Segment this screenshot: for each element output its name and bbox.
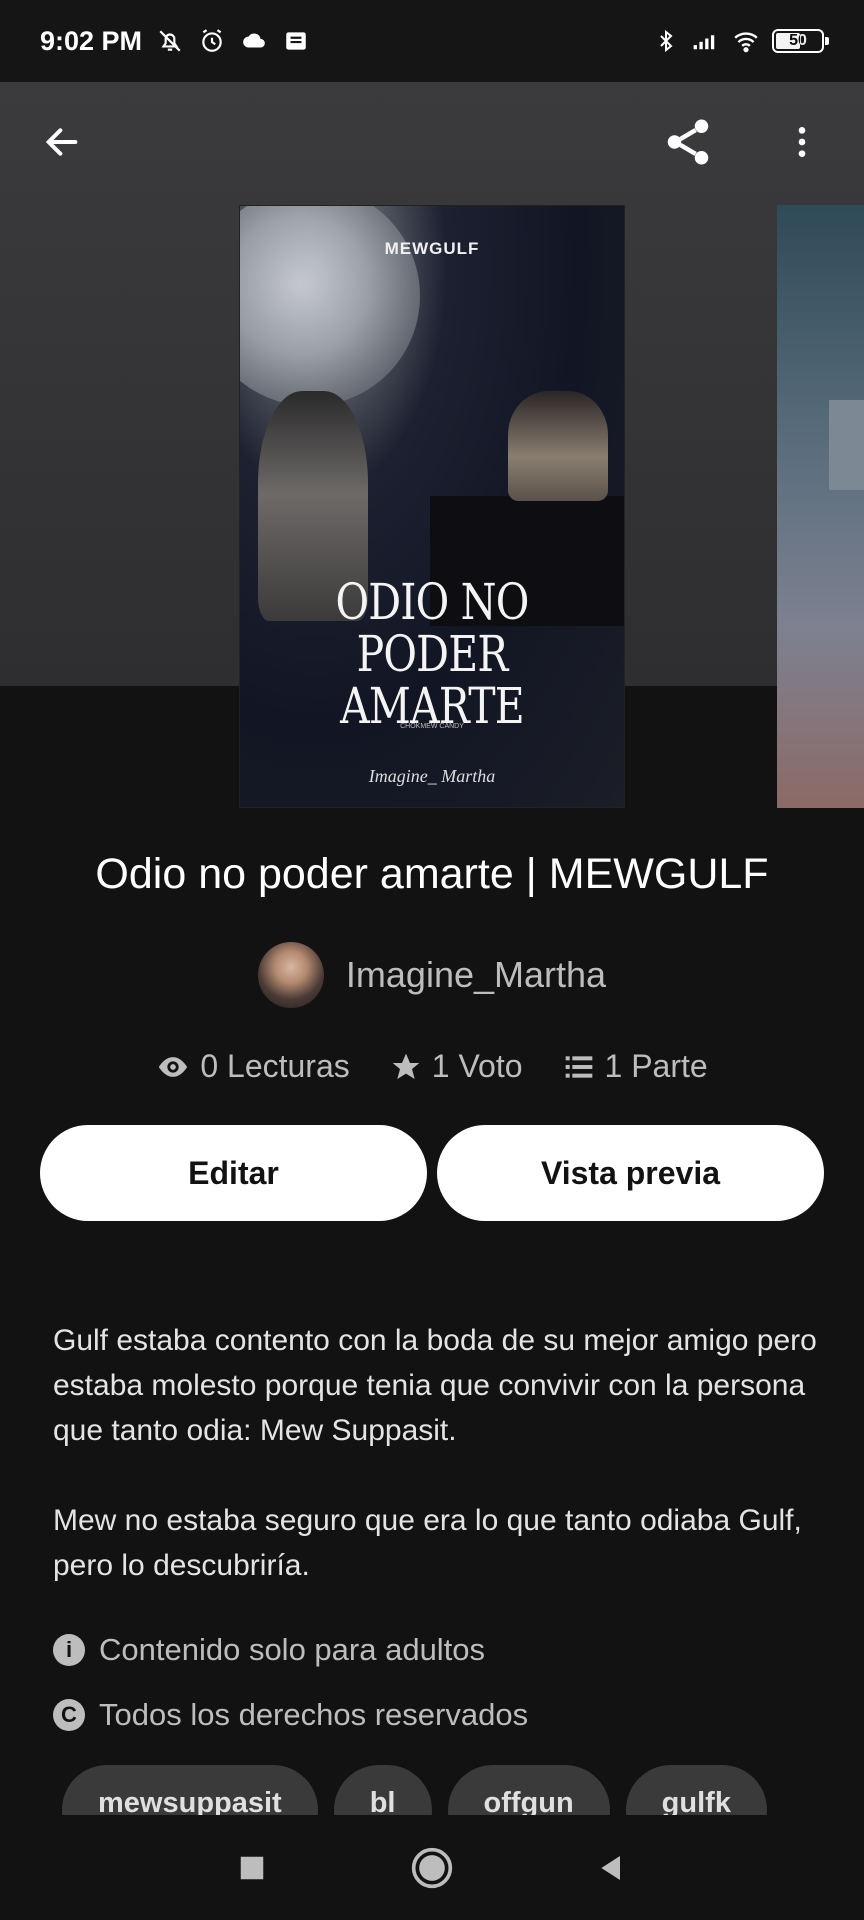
battery-icon: 50 bbox=[772, 29, 829, 53]
status-time: 9:02 PM bbox=[40, 25, 143, 56]
more-vertical-icon bbox=[798, 127, 806, 157]
cover-figure-right bbox=[508, 391, 608, 501]
parts-count: 1 Parte bbox=[604, 1048, 708, 1084]
cloud-icon bbox=[240, 27, 268, 55]
arrow-left-icon bbox=[45, 128, 78, 156]
reads-stat: 0 Lecturas bbox=[156, 1048, 350, 1085]
tag-chip[interactable]: gulfk bbox=[625, 1765, 767, 1815]
eye-icon bbox=[159, 1056, 188, 1077]
alarm-icon bbox=[198, 27, 226, 55]
tag-chip[interactable]: bl bbox=[333, 1765, 432, 1815]
description-paragraph-1: Gulf estaba contento con la boda de su m… bbox=[53, 1324, 817, 1447]
book-title: Odio no poder amarte | MEWGULF bbox=[95, 850, 769, 898]
copyright-icon: C bbox=[53, 1699, 85, 1731]
next-cover-detail bbox=[829, 400, 864, 490]
home-button[interactable] bbox=[407, 1843, 457, 1893]
edit-button[interactable]: Editar bbox=[40, 1125, 427, 1221]
votes-count: 1 Voto bbox=[431, 1048, 523, 1084]
cover-title: ODIO NO PODER AMARTE bbox=[275, 576, 590, 732]
system-nav-bar bbox=[0, 1815, 864, 1920]
triangle-back-icon bbox=[601, 1855, 620, 1880]
copyright-row[interactable]: C Todos los derechos reservados bbox=[53, 1697, 528, 1733]
copyright-label: Todos los derechos reservados bbox=[99, 1697, 529, 1732]
star-icon bbox=[392, 1053, 420, 1079]
reads-count: 0 Lecturas bbox=[200, 1048, 350, 1084]
battery-level: 50 bbox=[789, 32, 807, 49]
circle-icon bbox=[411, 1847, 453, 1888]
tag-chip[interactable]: mewsuppasit bbox=[62, 1765, 318, 1815]
share-button[interactable] bbox=[656, 110, 720, 174]
mature-content-row: i Contenido solo para adultos bbox=[53, 1632, 485, 1668]
status-icons-left bbox=[156, 27, 310, 55]
signal-icon bbox=[692, 27, 720, 55]
cover-brand: MEWGULF bbox=[384, 239, 480, 258]
cover-signature: Imagine_ Martha bbox=[368, 766, 496, 786]
back-button[interactable] bbox=[30, 110, 94, 174]
preview-button[interactable]: Vista previa bbox=[437, 1125, 824, 1221]
description-paragraph-2: Mew no estaba seguro que era lo que tant… bbox=[53, 1504, 802, 1582]
action-buttons: Editar Vista previa bbox=[40, 1125, 824, 1221]
back-nav-button[interactable] bbox=[587, 1843, 637, 1893]
top-app-bar bbox=[0, 82, 864, 202]
status-icons-right: 50 bbox=[652, 27, 829, 55]
author-name[interactable]: Imagine_Martha bbox=[346, 954, 606, 996]
more-options-button[interactable] bbox=[770, 110, 834, 174]
author-avatar[interactable] bbox=[257, 942, 324, 1008]
author-row[interactable]: Imagine_Martha bbox=[0, 942, 864, 1008]
cover-credit: CHOKMEW CANDY bbox=[400, 723, 464, 730]
message-icon bbox=[282, 27, 310, 55]
status-bar: 9:02 PM 50 bbox=[0, 0, 864, 82]
share-icon bbox=[667, 119, 709, 165]
mature-content-label: Contenido solo para adultos bbox=[99, 1632, 486, 1667]
bell-off-icon bbox=[156, 27, 184, 55]
info-icon: i bbox=[53, 1634, 85, 1666]
tag-list: mewsuppasit bl offgun gulfk bbox=[62, 1765, 830, 1815]
list-icon bbox=[565, 1055, 592, 1078]
story-description: Gulf estaba contento con la boda de su m… bbox=[53, 1318, 823, 1633]
recents-button[interactable] bbox=[227, 1843, 277, 1893]
story-stats: 0 Lecturas 1 Voto 1 Parte bbox=[0, 1048, 864, 1085]
cover-title-line1: ODIO NO PODER bbox=[335, 573, 529, 683]
square-icon bbox=[240, 1856, 264, 1879]
cover-moon bbox=[240, 206, 420, 406]
bluetooth-icon bbox=[652, 27, 680, 55]
votes-stat: 1 Voto bbox=[390, 1048, 523, 1085]
next-book-cover[interactable] bbox=[777, 205, 864, 808]
book-cover[interactable]: MEWGULF ODIO NO PODER AMARTE CHOKMEW CAN… bbox=[239, 205, 625, 808]
tag-chip[interactable]: offgun bbox=[447, 1765, 610, 1815]
parts-stat: 1 Parte bbox=[563, 1048, 708, 1085]
wifi-icon bbox=[732, 27, 760, 55]
